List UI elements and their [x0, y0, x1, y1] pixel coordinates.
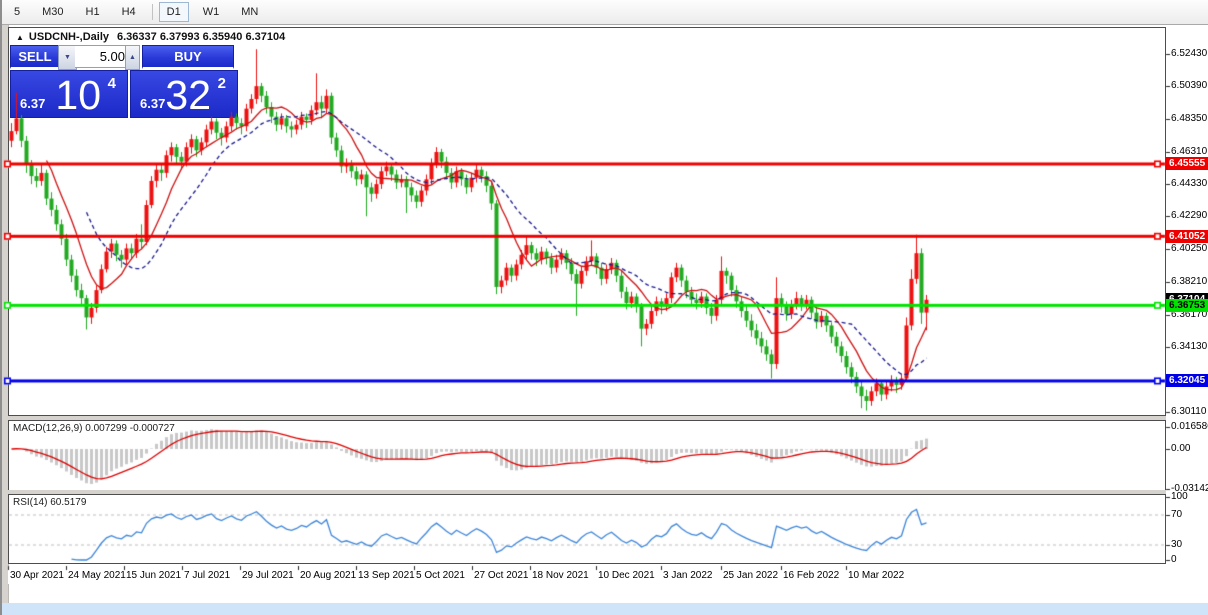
chart-title: ▲ USDCNH-,Daily 6.36337 6.37993 6.35940 6.… [16, 31, 285, 43]
hline-price-badge: 6.32045 [1166, 374, 1208, 388]
macd-values: 0.007299 -0.000727 [85, 423, 175, 434]
timeframe-button-d1[interactable]: D1 [158, 2, 189, 22]
timeframe-button-w1[interactable]: W1 [195, 2, 228, 22]
chart-ohlc-values: 6.36337 6.37993 6.35940 6.37104 [117, 31, 286, 43]
price-chart-canvas[interactable] [0, 0, 1208, 615]
status-strip [0, 603, 1208, 615]
timeframe-toolbar: 5 M30 H1 H4 D1 W1 MN [0, 0, 1208, 25]
macd-name: MACD(12,26,9) [13, 423, 83, 434]
toolbar-separator [151, 4, 153, 20]
rsi-value: 60.5179 [50, 497, 87, 508]
timeframe-button-m30[interactable]: M30 [34, 2, 71, 22]
hline-price-badge: 6.45555 [1166, 157, 1208, 171]
timeframe-button-h1[interactable]: H1 [78, 2, 108, 22]
macd-label: MACD(12,26,9) 0.007299 -0.000727 [13, 423, 175, 434]
rsi-name: RSI(14) [13, 497, 48, 508]
hline-price-badge: 6.41052 [1166, 229, 1208, 243]
timeframe-button-h4[interactable]: H4 [114, 2, 144, 22]
timeframe-button-mn[interactable]: MN [233, 2, 266, 22]
window-left-edge [0, 0, 2, 615]
timeframe-button-5[interactable]: 5 [6, 2, 28, 22]
hline-price-badge: 6.36753 [1166, 298, 1208, 312]
chart-symbol-label: USDCNH-,Daily [28, 31, 109, 43]
collapse-arrow-icon[interactable]: ▲ [16, 33, 24, 42]
rsi-label: RSI(14) 60.5179 [13, 497, 86, 508]
